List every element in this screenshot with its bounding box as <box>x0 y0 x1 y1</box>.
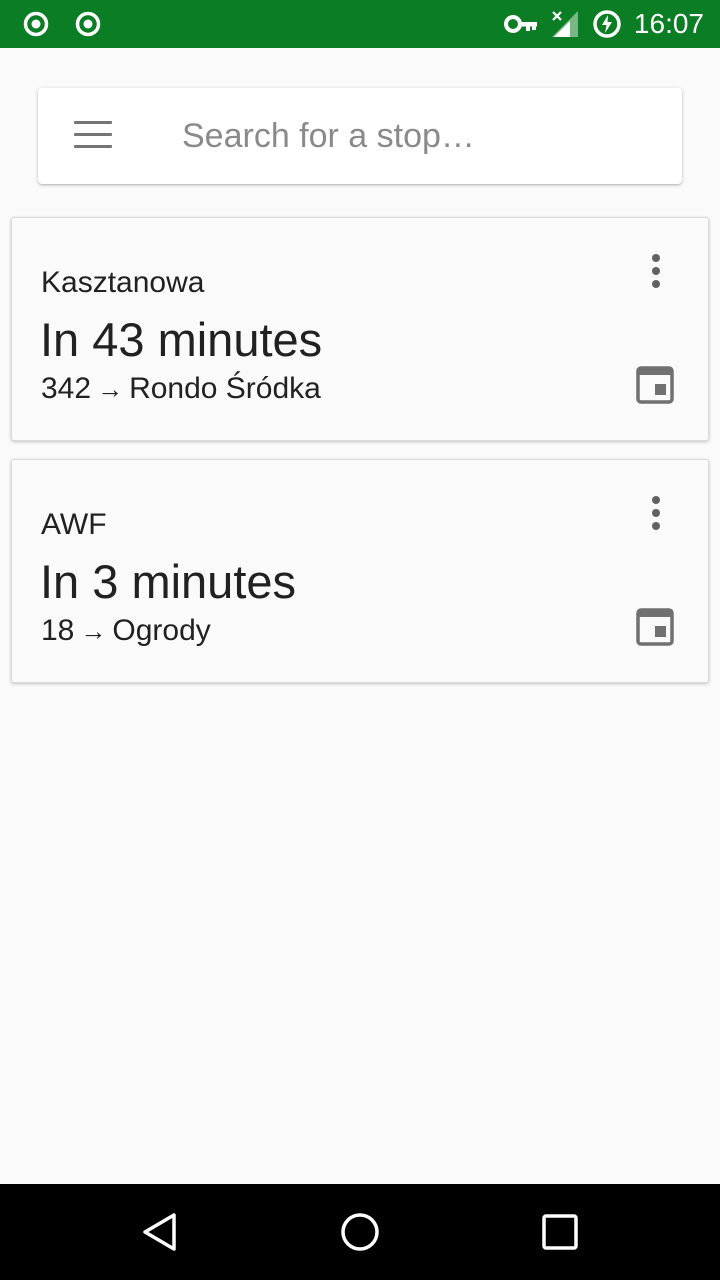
status-bar: 16:07 <box>0 0 720 48</box>
route-line: 18 → Ogrody <box>41 614 211 648</box>
navigation-bar <box>0 1184 720 1280</box>
arrow-icon: → <box>80 616 107 646</box>
more-options-icon[interactable] <box>644 254 668 294</box>
target-icon <box>74 10 102 38</box>
departure-eta: In 43 minutes <box>40 313 323 366</box>
direction: Rondo Śródka <box>129 372 321 405</box>
menu-icon[interactable] <box>74 121 114 151</box>
departure-card[interactable]: AWF In 3 minutes 18 → Ogrody <box>11 459 709 683</box>
timetable-icon[interactable] <box>636 608 674 646</box>
battery-charging-icon <box>592 9 622 39</box>
signal-icon <box>550 9 580 39</box>
stop-name: AWF <box>41 508 107 541</box>
stop-name: Kasztanowa <box>41 266 205 299</box>
direction: Ogrody <box>112 614 211 647</box>
more-options-icon[interactable] <box>644 496 668 536</box>
search-input[interactable] <box>182 110 652 162</box>
line-number: 18 <box>41 614 75 647</box>
line-number: 342 <box>41 372 92 405</box>
route-line: 342 → Rondo Śródka <box>41 372 321 406</box>
departure-eta: In 3 minutes <box>40 555 297 608</box>
home-icon[interactable] <box>340 1212 380 1252</box>
status-left-icons <box>22 10 102 38</box>
recents-icon[interactable] <box>540 1212 580 1252</box>
search-bar <box>38 88 682 184</box>
status-time: 16:07 <box>633 8 704 39</box>
key-icon <box>503 14 538 34</box>
status-right-icons: 16:07 <box>503 6 704 42</box>
back-icon[interactable] <box>140 1212 180 1252</box>
timetable-icon[interactable] <box>636 366 674 404</box>
departure-card[interactable]: Kasztanowa In 43 minutes 342 → Rondo Śródk… <box>11 217 709 441</box>
target-icon <box>22 10 50 38</box>
arrow-icon: → <box>97 374 124 404</box>
